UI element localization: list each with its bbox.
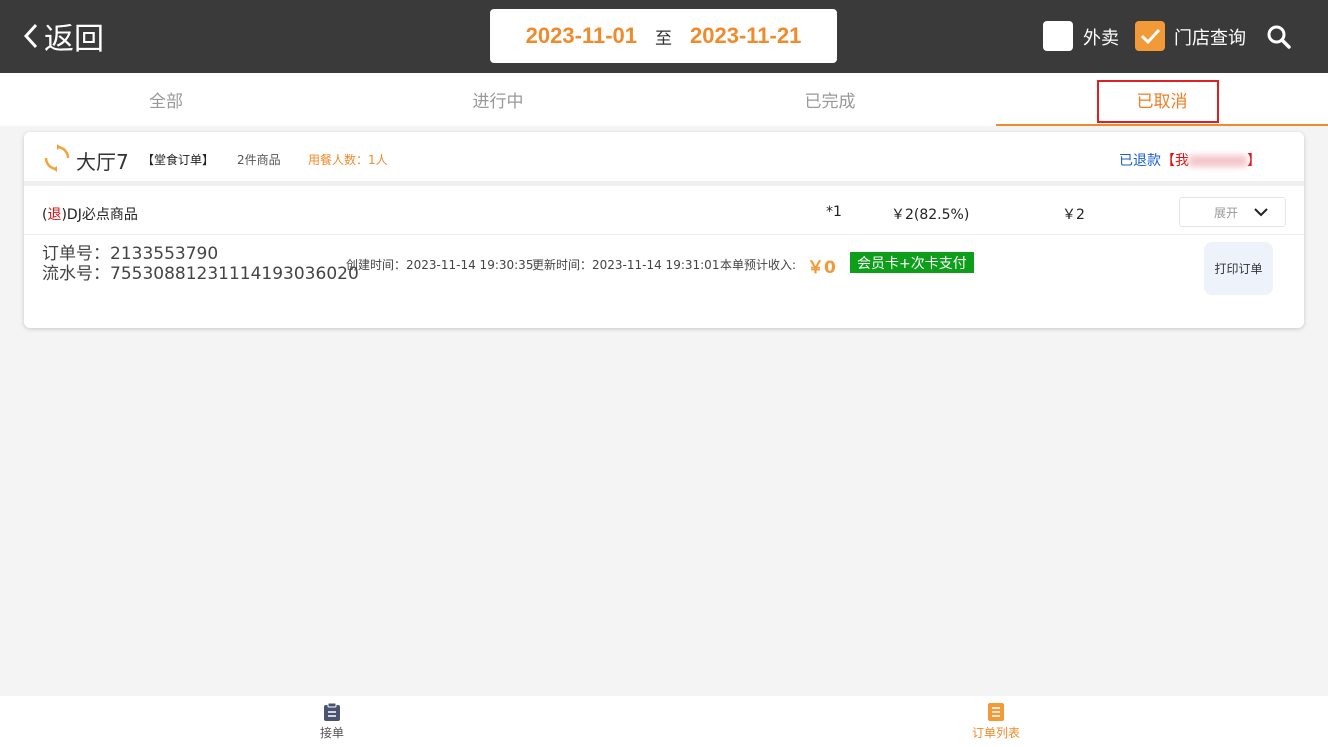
nav-receive-orders[interactable]: 接单 (300, 696, 364, 747)
clipboard-icon (324, 702, 340, 721)
date-separator: 至 (655, 28, 672, 48)
item-name: (退)DJ必点商品 (42, 204, 138, 224)
order-number: 订单号：2133553790 (42, 244, 219, 264)
order-type: 【堂食订单】 (142, 153, 215, 167)
nav-order-list[interactable]: 订单列表 (960, 696, 1032, 747)
expand-button[interactable]: 展开 (1179, 197, 1286, 227)
refund-operator-open: 【我 (1161, 153, 1189, 169)
item-total: ￥2 (1062, 207, 1085, 223)
order-list-icon (988, 703, 1004, 721)
bottom-nav: 接单 订单列表 (0, 696, 1328, 747)
back-button[interactable]: 返回 (22, 16, 104, 57)
date-from[interactable]: 2023-11-01 (526, 23, 637, 49)
order-card-header: 大厅7 【堂食订单】 2件商品 用餐人数：1人 已退款【我 】 (24, 132, 1304, 186)
nav-order-list-label: 订单列表 (971, 726, 1020, 740)
date-to[interactable]: 2023-11-21 (690, 23, 801, 49)
store-query-checkbox[interactable] (1135, 21, 1165, 51)
refresh-cycle-icon (44, 144, 70, 172)
refund-status: 已退款【我 】 (1119, 150, 1261, 170)
top-bar: 返回 2023-11-01 至 2023-11-21 外卖 门店查询 (0, 0, 1328, 73)
refund-tag: 退 (47, 207, 62, 223)
item-name-text: )DJ必点商品 (61, 207, 138, 223)
store-query-label[interactable]: 门店查询 (1174, 24, 1246, 50)
date-range-picker[interactable]: 2023-11-01 至 2023-11-21 (490, 9, 837, 63)
tab-in-progress[interactable]: 进行中 (332, 73, 664, 126)
redacted-name (1189, 155, 1247, 167)
diner-count: 用餐人数：1人 (308, 153, 388, 167)
search-button[interactable] (1266, 24, 1292, 50)
print-order-button[interactable]: 打印订单 (1204, 242, 1273, 295)
takeout-label[interactable]: 外卖 (1083, 24, 1119, 50)
tab-all[interactable]: 全部 (0, 73, 332, 126)
payment-method-badge: 会员卡+次卡支付 (850, 252, 974, 273)
highlight-box (1097, 80, 1219, 123)
item-count: 2件商品 (237, 153, 281, 167)
back-label: 返回 (44, 22, 104, 57)
tab-completed[interactable]: 已完成 (664, 73, 996, 126)
updated-time: 更新时间：2023-11-14 19:31:01 (532, 258, 720, 272)
created-time: 创建时间：2023-11-14 19:30:35 (346, 258, 534, 272)
order-item-row: (退)DJ必点商品 *1 ￥2(82.5%) ￥2 展开 (24, 190, 1304, 235)
chevron-down-icon (1254, 208, 1268, 217)
chevron-left-icon (23, 23, 38, 49)
search-icon (1267, 25, 1291, 49)
serial-number: 流水号：755308812311141930360​20 (42, 264, 359, 284)
nav-receive-label: 接单 (319, 726, 344, 740)
checkmark-icon (1140, 28, 1161, 45)
active-tab-indicator (996, 124, 1328, 126)
order-numbers: 订单号：2133553790 流水号：755308812311141930360… (42, 244, 359, 284)
refund-operator-close: 】 (1247, 153, 1261, 169)
takeout-checkbox[interactable] (1043, 21, 1073, 51)
refund-status-text: 已退款 (1119, 153, 1161, 169)
item-price: ￥2(82.5%) (891, 207, 970, 223)
income-label: 本单预计收入: (720, 258, 797, 272)
income-amount: ￥0 (807, 258, 836, 278)
order-card: 大厅7 【堂食订单】 2件商品 用餐人数：1人 已退款【我 】 (退)DJ必点商品… (24, 132, 1304, 328)
item-quantity: *1 (826, 204, 842, 220)
expand-label: 展开 (1214, 205, 1239, 220)
table-name: 大厅7 (76, 150, 129, 174)
